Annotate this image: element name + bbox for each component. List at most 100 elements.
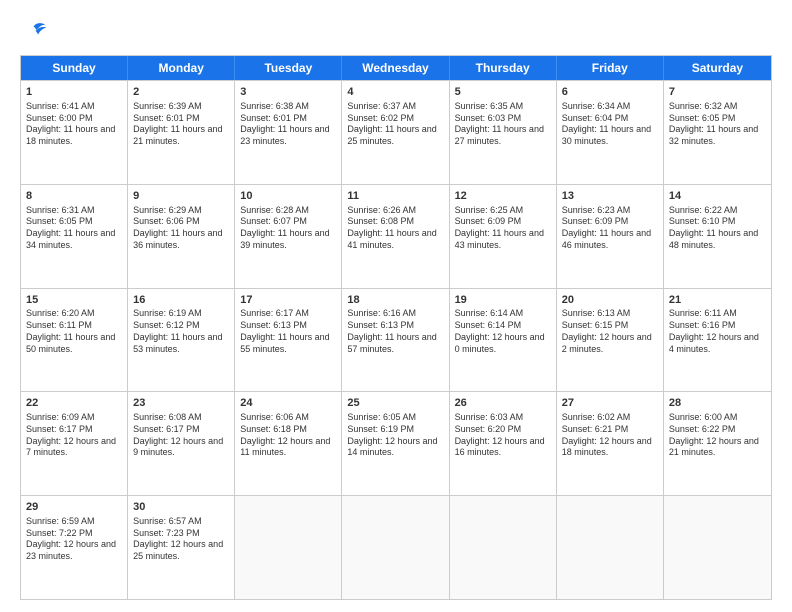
day-content: Sunrise: 6:37 AM Sunset: 6:02 PM Dayligh… (347, 101, 443, 148)
day-content: Sunrise: 6:20 AM Sunset: 6:11 PM Dayligh… (26, 308, 122, 355)
calendar-day-empty (342, 496, 449, 599)
day-header-sunday: Sunday (21, 56, 128, 80)
day-content: Sunrise: 6:29 AM Sunset: 6:06 PM Dayligh… (133, 205, 229, 252)
day-content: Sunrise: 6:57 AM Sunset: 7:23 PM Dayligh… (133, 516, 229, 563)
calendar-day-18: 18Sunrise: 6:16 AM Sunset: 6:13 PM Dayli… (342, 289, 449, 392)
day-number: 1 (26, 85, 122, 100)
calendar-day-1: 1Sunrise: 6:41 AM Sunset: 6:00 PM Daylig… (21, 81, 128, 184)
day-content: Sunrise: 6:05 AM Sunset: 6:19 PM Dayligh… (347, 412, 443, 459)
day-number: 4 (347, 85, 443, 100)
calendar-day-12: 12Sunrise: 6:25 AM Sunset: 6:09 PM Dayli… (450, 185, 557, 288)
calendar-day-10: 10Sunrise: 6:28 AM Sunset: 6:07 PM Dayli… (235, 185, 342, 288)
day-number: 27 (562, 396, 658, 411)
calendar-day-26: 26Sunrise: 6:03 AM Sunset: 6:20 PM Dayli… (450, 392, 557, 495)
day-number: 17 (240, 293, 336, 308)
calendar-day-3: 3Sunrise: 6:38 AM Sunset: 6:01 PM Daylig… (235, 81, 342, 184)
day-content: Sunrise: 6:23 AM Sunset: 6:09 PM Dayligh… (562, 205, 658, 252)
day-content: Sunrise: 6:38 AM Sunset: 6:01 PM Dayligh… (240, 101, 336, 148)
day-content: Sunrise: 6:26 AM Sunset: 6:08 PM Dayligh… (347, 205, 443, 252)
header (20, 16, 772, 47)
day-header-thursday: Thursday (450, 56, 557, 80)
day-number: 16 (133, 293, 229, 308)
day-content: Sunrise: 6:32 AM Sunset: 6:05 PM Dayligh… (669, 101, 766, 148)
day-content: Sunrise: 6:25 AM Sunset: 6:09 PM Dayligh… (455, 205, 551, 252)
day-content: Sunrise: 6:41 AM Sunset: 6:00 PM Dayligh… (26, 101, 122, 148)
day-number: 15 (26, 293, 122, 308)
day-number: 28 (669, 396, 766, 411)
day-content: Sunrise: 6:19 AM Sunset: 6:12 PM Dayligh… (133, 308, 229, 355)
day-number: 10 (240, 189, 336, 204)
calendar-day-30: 30Sunrise: 6:57 AM Sunset: 7:23 PM Dayli… (128, 496, 235, 599)
calendar-day-23: 23Sunrise: 6:08 AM Sunset: 6:17 PM Dayli… (128, 392, 235, 495)
calendar-day-17: 17Sunrise: 6:17 AM Sunset: 6:13 PM Dayli… (235, 289, 342, 392)
calendar-week-4: 22Sunrise: 6:09 AM Sunset: 6:17 PM Dayli… (21, 391, 771, 495)
day-header-monday: Monday (128, 56, 235, 80)
day-number: 21 (669, 293, 766, 308)
calendar-day-27: 27Sunrise: 6:02 AM Sunset: 6:21 PM Dayli… (557, 392, 664, 495)
calendar-day-22: 22Sunrise: 6:09 AM Sunset: 6:17 PM Dayli… (21, 392, 128, 495)
calendar-day-15: 15Sunrise: 6:20 AM Sunset: 6:11 PM Dayli… (21, 289, 128, 392)
calendar-day-9: 9Sunrise: 6:29 AM Sunset: 6:06 PM Daylig… (128, 185, 235, 288)
day-number: 29 (26, 500, 122, 515)
calendar-day-16: 16Sunrise: 6:19 AM Sunset: 6:12 PM Dayli… (128, 289, 235, 392)
day-content: Sunrise: 6:16 AM Sunset: 6:13 PM Dayligh… (347, 308, 443, 355)
calendar-day-19: 19Sunrise: 6:14 AM Sunset: 6:14 PM Dayli… (450, 289, 557, 392)
day-content: Sunrise: 6:03 AM Sunset: 6:20 PM Dayligh… (455, 412, 551, 459)
logo (20, 20, 50, 47)
calendar-day-empty (557, 496, 664, 599)
day-header-friday: Friday (557, 56, 664, 80)
day-number: 14 (669, 189, 766, 204)
day-number: 2 (133, 85, 229, 100)
day-header-tuesday: Tuesday (235, 56, 342, 80)
day-number: 19 (455, 293, 551, 308)
calendar-day-29: 29Sunrise: 6:59 AM Sunset: 7:22 PM Dayli… (21, 496, 128, 599)
calendar-week-2: 8Sunrise: 6:31 AM Sunset: 6:05 PM Daylig… (21, 184, 771, 288)
calendar-day-7: 7Sunrise: 6:32 AM Sunset: 6:05 PM Daylig… (664, 81, 771, 184)
calendar-day-21: 21Sunrise: 6:11 AM Sunset: 6:16 PM Dayli… (664, 289, 771, 392)
day-content: Sunrise: 6:08 AM Sunset: 6:17 PM Dayligh… (133, 412, 229, 459)
logo-bird-icon (20, 20, 48, 42)
day-content: Sunrise: 6:13 AM Sunset: 6:15 PM Dayligh… (562, 308, 658, 355)
day-number: 18 (347, 293, 443, 308)
calendar-day-13: 13Sunrise: 6:23 AM Sunset: 6:09 PM Dayli… (557, 185, 664, 288)
calendar-day-28: 28Sunrise: 6:00 AM Sunset: 6:22 PM Dayli… (664, 392, 771, 495)
day-number: 12 (455, 189, 551, 204)
calendar-day-empty (450, 496, 557, 599)
calendar-body: 1Sunrise: 6:41 AM Sunset: 6:00 PM Daylig… (21, 80, 771, 599)
calendar-day-11: 11Sunrise: 6:26 AM Sunset: 6:08 PM Dayli… (342, 185, 449, 288)
calendar-day-24: 24Sunrise: 6:06 AM Sunset: 6:18 PM Dayli… (235, 392, 342, 495)
day-content: Sunrise: 6:35 AM Sunset: 6:03 PM Dayligh… (455, 101, 551, 148)
day-content: Sunrise: 6:31 AM Sunset: 6:05 PM Dayligh… (26, 205, 122, 252)
day-number: 24 (240, 396, 336, 411)
day-number: 9 (133, 189, 229, 204)
day-content: Sunrise: 6:22 AM Sunset: 6:10 PM Dayligh… (669, 205, 766, 252)
calendar-day-14: 14Sunrise: 6:22 AM Sunset: 6:10 PM Dayli… (664, 185, 771, 288)
day-number: 22 (26, 396, 122, 411)
calendar-day-empty (664, 496, 771, 599)
day-content: Sunrise: 6:14 AM Sunset: 6:14 PM Dayligh… (455, 308, 551, 355)
day-number: 6 (562, 85, 658, 100)
day-number: 26 (455, 396, 551, 411)
day-header-saturday: Saturday (664, 56, 771, 80)
calendar-week-1: 1Sunrise: 6:41 AM Sunset: 6:00 PM Daylig… (21, 80, 771, 184)
calendar-week-3: 15Sunrise: 6:20 AM Sunset: 6:11 PM Dayli… (21, 288, 771, 392)
day-content: Sunrise: 6:11 AM Sunset: 6:16 PM Dayligh… (669, 308, 766, 355)
calendar-day-4: 4Sunrise: 6:37 AM Sunset: 6:02 PM Daylig… (342, 81, 449, 184)
day-content: Sunrise: 6:59 AM Sunset: 7:22 PM Dayligh… (26, 516, 122, 563)
day-content: Sunrise: 6:09 AM Sunset: 6:17 PM Dayligh… (26, 412, 122, 459)
day-number: 5 (455, 85, 551, 100)
day-number: 3 (240, 85, 336, 100)
day-content: Sunrise: 6:17 AM Sunset: 6:13 PM Dayligh… (240, 308, 336, 355)
calendar-week-5: 29Sunrise: 6:59 AM Sunset: 7:22 PM Dayli… (21, 495, 771, 599)
day-number: 30 (133, 500, 229, 515)
calendar-day-6: 6Sunrise: 6:34 AM Sunset: 6:04 PM Daylig… (557, 81, 664, 184)
day-content: Sunrise: 6:28 AM Sunset: 6:07 PM Dayligh… (240, 205, 336, 252)
page: SundayMondayTuesdayWednesdayThursdayFrid… (0, 0, 792, 612)
day-content: Sunrise: 6:06 AM Sunset: 6:18 PM Dayligh… (240, 412, 336, 459)
day-number: 8 (26, 189, 122, 204)
day-content: Sunrise: 6:34 AM Sunset: 6:04 PM Dayligh… (562, 101, 658, 148)
day-header-wednesday: Wednesday (342, 56, 449, 80)
day-content: Sunrise: 6:00 AM Sunset: 6:22 PM Dayligh… (669, 412, 766, 459)
day-content: Sunrise: 6:02 AM Sunset: 6:21 PM Dayligh… (562, 412, 658, 459)
day-number: 7 (669, 85, 766, 100)
